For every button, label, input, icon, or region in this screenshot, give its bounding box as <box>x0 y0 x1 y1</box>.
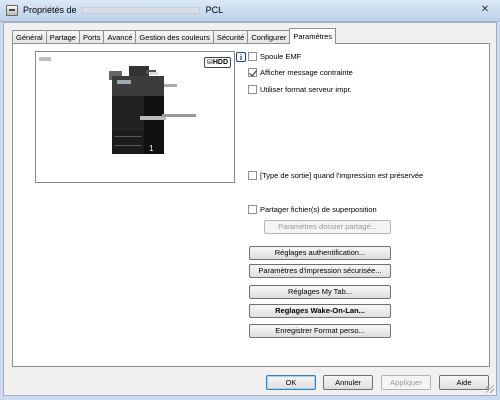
preview-label <box>39 57 51 61</box>
printer-preview: ⛁HDD 1 <box>35 51 235 183</box>
tab-securite[interactable]: Sécurité <box>212 30 249 44</box>
printer-image: 1 <box>109 66 196 154</box>
redacted-printer-name <box>82 7 201 15</box>
tab-general[interactable]: Général <box>12 30 47 44</box>
help-button[interactable]: Aide <box>439 375 489 390</box>
window-title: Propriétés de PCL <box>23 5 223 15</box>
window-title-prefix: Propriétés de <box>23 5 77 15</box>
cancel-button[interactable]: Annuler <box>323 375 373 390</box>
tab-strip: Général Partage Ports Avancé Gestion des… <box>12 28 337 44</box>
ok-button[interactable]: OK <box>266 375 316 390</box>
hdd-badge-label: HDD <box>212 59 228 66</box>
info-icon[interactable]: i <box>236 52 246 62</box>
show-constraint-option[interactable]: Afficher message contrainte <box>248 68 353 77</box>
show-constraint-checkbox[interactable] <box>248 68 257 77</box>
server-format-option[interactable]: Utiliser format serveur impr. <box>248 85 352 94</box>
settings-panel: ⛁HDD 1 i Spoule EMF Afficher message con… <box>12 43 490 367</box>
show-constraint-label: Afficher message contrainte <box>260 68 353 77</box>
tab-parametres[interactable]: Paramètres <box>289 28 337 44</box>
tab-configurer[interactable]: Configurer <box>247 30 291 44</box>
apply-button[interactable]: Appliquer <box>381 375 431 390</box>
window-title-suffix: PCL <box>205 5 224 15</box>
close-icon[interactable]: ✕ <box>476 3 494 17</box>
save-custom-format-button[interactable]: Enregistrer Format perso... <box>249 324 391 338</box>
wake-on-lan-button[interactable]: Reglages Wake-On-Lan... <box>249 304 391 318</box>
shared-folder-settings-button[interactable]: Paramètres dossier partagé... <box>264 220 391 234</box>
auth-settings-button[interactable]: Réglages authentification... <box>249 246 391 260</box>
printer-icon <box>6 5 18 16</box>
hdd-badge: ⛁HDD <box>203 57 231 68</box>
share-overlay-checkbox[interactable] <box>248 205 257 214</box>
spool-emf-checkbox[interactable] <box>248 52 257 61</box>
resize-grip[interactable] <box>486 385 494 393</box>
server-format-checkbox[interactable] <box>248 85 257 94</box>
preserve-output-checkbox[interactable] <box>248 171 257 180</box>
tab-partage[interactable]: Partage <box>45 30 80 44</box>
tab-ports[interactable]: Ports <box>78 30 105 44</box>
server-format-label: Utiliser format serveur impr. <box>260 85 352 94</box>
spool-emf-label: Spoule EMF <box>260 52 302 61</box>
share-overlay-option[interactable]: Partager fichier(s) de superposition <box>248 205 377 214</box>
mytab-settings-button[interactable]: Réglages My Tab... <box>249 285 391 299</box>
tab-gestion-couleurs[interactable]: Gestion des couleurs <box>135 30 214 44</box>
properties-dialog: Général Partage Ports Avancé Gestion des… <box>3 22 497 396</box>
tab-avance[interactable]: Avancé <box>103 30 137 44</box>
secure-print-settings-button[interactable]: Paramètres d'impression sécurisée... <box>249 264 391 278</box>
title-bar: Propriétés de PCL ✕ <box>0 0 500 22</box>
share-overlay-label: Partager fichier(s) de superposition <box>260 205 377 214</box>
spool-emf-option[interactable]: Spoule EMF <box>248 52 301 61</box>
preserve-output-option[interactable]: [Type de sortie] quand l'impression est … <box>248 171 423 180</box>
preserve-output-label: [Type de sortie] quand l'impression est … <box>260 171 424 180</box>
tray-number: 1 <box>149 144 154 153</box>
